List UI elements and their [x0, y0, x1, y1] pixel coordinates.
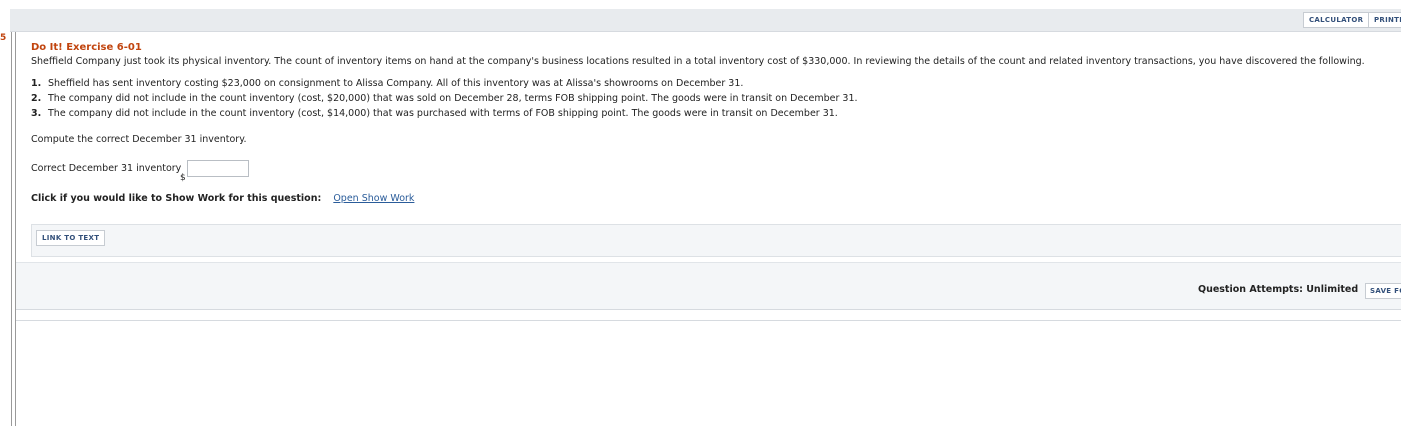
- show-work-row: Click if you would like to Show Work for…: [31, 192, 414, 206]
- item-text: The company did not include in the count…: [48, 108, 838, 119]
- question-number-marker: 5: [0, 33, 7, 43]
- question-intro: Sheffield Company just took its physical…: [31, 56, 1365, 67]
- calculator-button[interactable]: CALCULATOR: [1303, 12, 1370, 28]
- top-toolbar: CALCULATOR PRINTE: [0, 9, 1401, 32]
- item-number: 2.: [31, 93, 42, 104]
- link-to-text-panel: LINK TO TEXT: [31, 224, 1401, 257]
- open-show-work-link[interactable]: Open Show Work: [333, 193, 414, 204]
- question-prompt: Compute the correct December 31 inventor…: [31, 134, 247, 145]
- list-item: 2. The company did not include in the cou…: [31, 92, 1391, 107]
- question-content: Do It! Exercise 6-01 Sheffield Company j…: [31, 41, 1391, 204]
- item-text: The company did not include in the count…: [48, 93, 858, 104]
- question-items: 1. Sheffield has sent inventory costing $…: [31, 77, 1391, 122]
- question-footer: Question Attempts: Unlimited SAVE FO: [16, 262, 1401, 310]
- rail-divider: [15, 32, 16, 426]
- left-rail: [0, 0, 10, 426]
- answer-row: Correct December 31 inventory $: [31, 160, 431, 183]
- list-item: 1. Sheffield has sent inventory costing $…: [31, 77, 1391, 92]
- question-attempts: Question Attempts: Unlimited: [1198, 284, 1359, 295]
- question-title: Do It! Exercise 6-01: [31, 42, 142, 53]
- link-to-text-button[interactable]: LINK TO TEXT: [36, 230, 106, 246]
- printer-button[interactable]: PRINTE: [1368, 12, 1401, 28]
- answer-label: Correct December 31 inventory: [31, 163, 182, 174]
- footer-divider: [16, 320, 1401, 321]
- show-work-label: Click if you would like to Show Work for…: [31, 193, 322, 204]
- currency-symbol: $: [180, 173, 186, 183]
- inventory-answer-input[interactable]: [187, 160, 249, 177]
- list-item: 3. The company did not include in the cou…: [31, 107, 1391, 122]
- item-text: Sheffield has sent inventory costing $23…: [48, 78, 744, 89]
- item-number: 1.: [31, 78, 42, 89]
- top-strip: [0, 0, 1401, 8]
- save-for-later-button[interactable]: SAVE FO: [1365, 283, 1401, 299]
- item-number: 3.: [31, 108, 42, 119]
- rail-divider: [11, 32, 12, 426]
